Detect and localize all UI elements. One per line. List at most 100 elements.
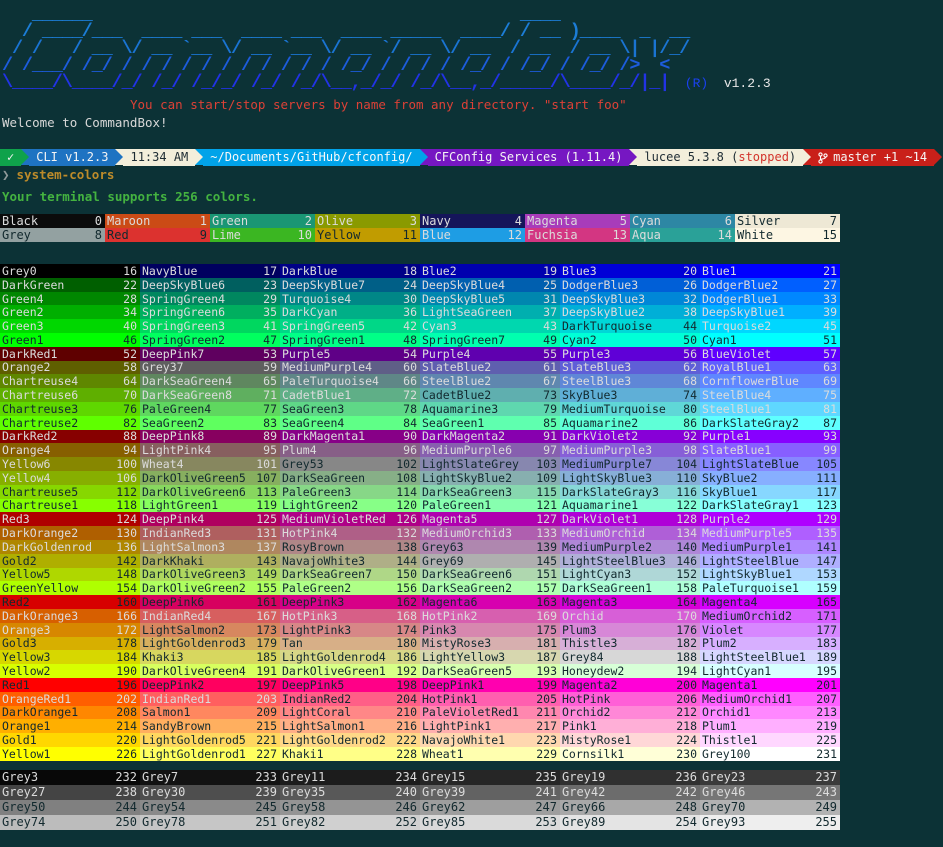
color-number: 67 bbox=[543, 374, 557, 388]
color-swatch-SkyBlue1: SkyBlue1117 bbox=[700, 485, 840, 499]
color-name: IndianRed4 bbox=[142, 609, 211, 623]
color-swatch-DeepPink5: DeepPink5198 bbox=[280, 678, 420, 692]
color-name: DarkOrange2 bbox=[2, 526, 78, 540]
color-name: MediumOrchid bbox=[562, 526, 645, 540]
color-name: Purple4 bbox=[422, 347, 470, 361]
color-number: 242 bbox=[675, 785, 697, 799]
color-name: IndianRed3 bbox=[142, 526, 211, 540]
color-number: 184 bbox=[116, 650, 137, 664]
command-line[interactable]: ❯system-colors bbox=[2, 167, 943, 182]
color-name: DodgerBlue2 bbox=[702, 278, 778, 292]
color-number: 128 bbox=[676, 512, 697, 526]
palette-row: Gold3178LightGoldenrod3179Tan180MistyRos… bbox=[0, 637, 840, 651]
color-name: Grey3 bbox=[2, 770, 38, 784]
color-swatch-MediumPurple6: MediumPurple697 bbox=[420, 443, 560, 457]
color-name: Yellow2 bbox=[2, 664, 50, 678]
color-swatch-DeepPink7: DeepPink753 bbox=[140, 347, 280, 361]
color-number: 225 bbox=[816, 733, 837, 747]
color-name: Blue1 bbox=[702, 264, 737, 278]
color-swatch-DarkOliveGreen6: DarkOliveGreen6113 bbox=[140, 485, 280, 499]
color-swatch-Grey69: Grey69145 bbox=[420, 554, 560, 568]
color-name: Yellow bbox=[317, 228, 360, 242]
color-swatch-HotPink: HotPink206 bbox=[560, 692, 700, 706]
color-swatch-Plum2: Plum2183 bbox=[700, 637, 840, 651]
color-swatch-Magenta2: Magenta2200 bbox=[560, 678, 700, 692]
color-swatch-DeepPink1: DeepPink1199 bbox=[420, 678, 560, 692]
color-swatch-DarkOrange1: DarkOrange1208 bbox=[0, 706, 140, 720]
color-swatch-Salmon1: Salmon1209 bbox=[140, 706, 280, 720]
palette-row: Orange258Grey3759MediumPurple460SlateBlu… bbox=[0, 361, 840, 375]
color-number: 210 bbox=[396, 706, 417, 720]
color-number: 85 bbox=[543, 416, 557, 430]
color-name: DeepPink1 bbox=[422, 678, 484, 692]
color-swatch-DarkSeaGreen6: DarkSeaGreen6151 bbox=[420, 568, 560, 582]
color-number: 77 bbox=[263, 402, 277, 416]
color-swatch-Yellow2: Yellow2 190 bbox=[0, 664, 140, 678]
color-number: 86 bbox=[683, 416, 697, 430]
color-name: DeepPink5 bbox=[282, 678, 344, 692]
color-number: 23 bbox=[263, 278, 277, 292]
color-name: Purple1 bbox=[702, 430, 750, 444]
color-number: 180 bbox=[396, 637, 417, 651]
color-number: 147 bbox=[816, 554, 837, 568]
color-name: LightSeaGreen bbox=[422, 305, 512, 319]
color-name: Cyan bbox=[632, 214, 661, 228]
color-number: 20 bbox=[683, 264, 697, 278]
color-swatch-MediumVioletRed: MediumVioletRed126 bbox=[280, 512, 420, 526]
color-swatch-DarkSeaGreen5: DarkSeaGreen5193 bbox=[420, 664, 560, 678]
color-name: Grey53 bbox=[282, 457, 324, 471]
color-swatch-Wheat4: Wheat4101 bbox=[140, 457, 280, 471]
color-swatch-LightSlateBlue: LightSlateBlue105 bbox=[700, 457, 840, 471]
color-number: 247 bbox=[535, 800, 557, 814]
color-number: 217 bbox=[536, 719, 557, 733]
color-number: 166 bbox=[116, 609, 137, 623]
color-swatch-Black: Black0 bbox=[0, 214, 105, 228]
color-swatch-Grey78: Grey78251 bbox=[140, 815, 280, 830]
color-name: LightSteelBlue1 bbox=[702, 650, 806, 664]
color-name: Magenta5 bbox=[422, 512, 477, 526]
color-number: 115 bbox=[536, 485, 557, 499]
color-number: 157 bbox=[536, 581, 557, 595]
color-name: Red1 bbox=[2, 678, 30, 692]
color-swatch-Grey54: Grey54245 bbox=[140, 800, 280, 815]
color-number: 201 bbox=[816, 678, 837, 692]
color-number: 214 bbox=[116, 719, 137, 733]
color-number: 70 bbox=[123, 388, 137, 402]
color-number: 219 bbox=[816, 719, 837, 733]
color-swatch-DeepPink4: DeepPink4125 bbox=[140, 512, 280, 526]
color-name: SpringGreen5 bbox=[282, 319, 365, 333]
color-swatch-SpringGreen5: SpringGreen542 bbox=[280, 319, 420, 333]
color-swatch-SteelBlue1: SteelBlue181 bbox=[700, 402, 840, 416]
color-number: 139 bbox=[536, 540, 557, 554]
color-swatch-PaleTurquoise1: PaleTurquoise1159 bbox=[700, 581, 840, 595]
color-name: Honeydew2 bbox=[562, 664, 624, 678]
color-number: 98 bbox=[683, 443, 697, 457]
color-name: Thistle1 bbox=[702, 733, 757, 747]
terminal-window[interactable]: ______ ____ / ____/___ ____ ___ ____ ___… bbox=[0, 6, 943, 847]
color-name: Aqua bbox=[632, 228, 661, 242]
color-number: 63 bbox=[823, 361, 837, 375]
color-swatch-DarkSeaGreen3: DarkSeaGreen3115 bbox=[420, 485, 560, 499]
color-number: 53 bbox=[263, 347, 277, 361]
color-swatch-Grey37: Grey3759 bbox=[140, 361, 280, 375]
color-number: 84 bbox=[403, 416, 417, 430]
color-swatch-Orchid2: Orchid2212 bbox=[560, 706, 700, 720]
color-name: DarkSlateGray1 bbox=[702, 499, 799, 513]
color-name: Green1 bbox=[2, 333, 44, 347]
color-name: LightSlateGrey bbox=[422, 457, 519, 471]
color-number: 142 bbox=[116, 554, 137, 568]
color-name: DarkGreen bbox=[2, 278, 64, 292]
color-number: 229 bbox=[536, 747, 557, 761]
color-number: 24 bbox=[403, 278, 417, 292]
color-number: 190 bbox=[116, 664, 137, 678]
prompt-segment-text: master +1 ~14 bbox=[833, 149, 927, 166]
color-name: PaleTurquoise1 bbox=[702, 581, 799, 595]
color-name: Grey84 bbox=[562, 650, 604, 664]
color-number: 170 bbox=[676, 609, 697, 623]
color-number: 79 bbox=[543, 402, 557, 416]
color-swatch-DeepSkyBlue5: DeepSkyBlue531 bbox=[420, 292, 560, 306]
prompt-segment-text: CFConfig Services (1.11.4) bbox=[435, 149, 623, 166]
color-name: Grey89 bbox=[562, 815, 605, 829]
prompt-segment-text: ✓ bbox=[7, 149, 14, 166]
color-name: Grey66 bbox=[562, 800, 605, 814]
